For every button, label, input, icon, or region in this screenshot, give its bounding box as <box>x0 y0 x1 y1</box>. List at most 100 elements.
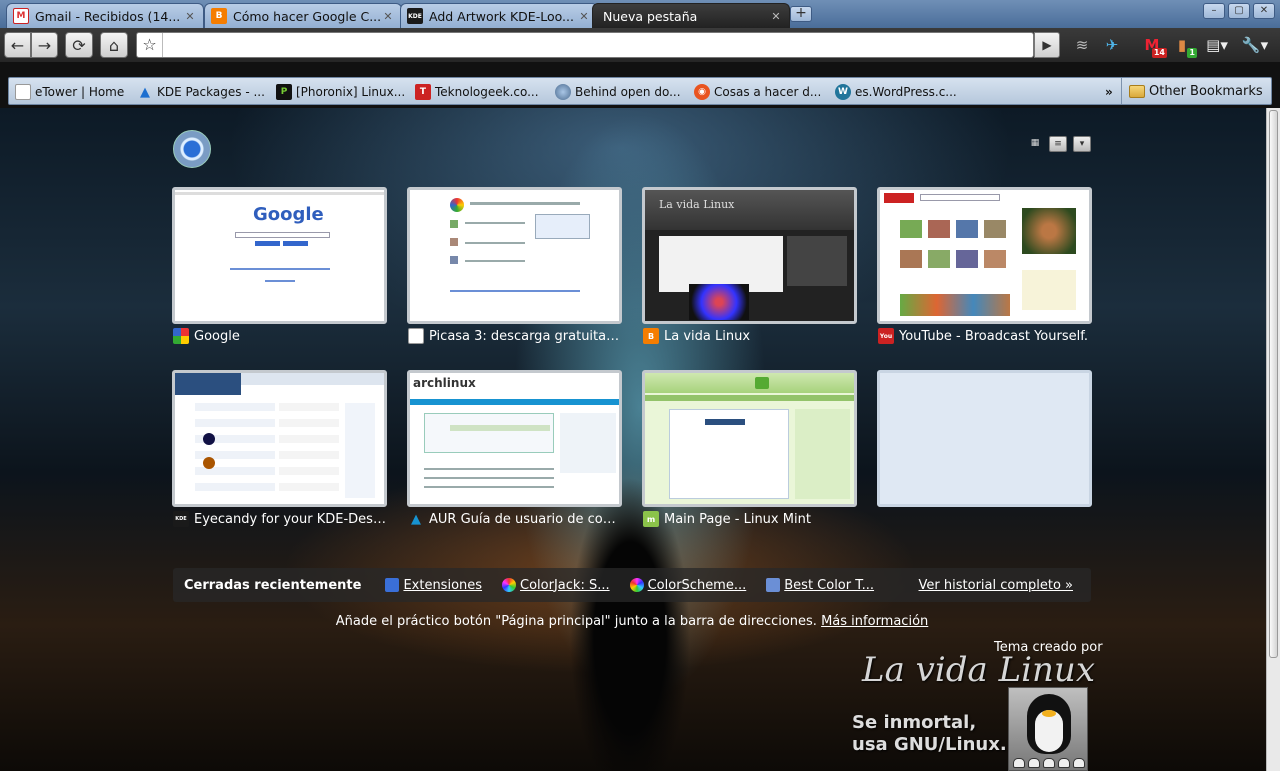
thumbnail-title: YouTube - Broadcast Yourself. <box>899 328 1088 344</box>
promo-more-info-link[interactable]: Más información <box>821 614 928 629</box>
wrench-icon[interactable]: 🔧▾ <box>1240 35 1270 55</box>
theme-name: La vida Linux <box>862 650 1096 690</box>
kde-look-icon: KDE <box>407 8 423 24</box>
linuxmint-icon: m <box>643 511 659 527</box>
ubuntu-icon: ◉ <box>694 84 710 100</box>
bookmark-cosas-a-hacer[interactable]: ◉ Cosas a hacer d... <box>694 83 821 101</box>
tab-title: Cómo hacer Google C... <box>233 8 381 24</box>
thumb-video <box>984 250 1006 268</box>
google-logo: Google <box>253 204 324 225</box>
thumbnail-label[interactable]: m Main Page - Linux Mint <box>643 510 858 528</box>
recent-item-label: Extensiones <box>403 577 483 593</box>
thumb-video <box>956 220 978 238</box>
rss-icon[interactable]: ≋ <box>1072 35 1092 55</box>
recent-item-extensions[interactable]: Extensiones <box>385 578 482 593</box>
thumb-sidebar <box>345 403 375 498</box>
thumb-video <box>900 250 922 268</box>
options-menu-icon[interactable]: ▾ <box>1073 136 1091 152</box>
tab-new-tab[interactable]: Nueva pestaña ✕ <box>592 3 790 28</box>
thumb-video <box>928 220 950 238</box>
vertical-scrollbar[interactable] <box>1266 108 1280 771</box>
toolbar: ← → ⟳ ⌂ ☆ ▶ ≋ ✈ M 14 ▮ 1 ▤▾ 🔧▾ <box>0 28 1280 62</box>
maximize-button[interactable]: ▢ <box>1228 3 1250 19</box>
minimize-button[interactable]: – <box>1203 3 1225 19</box>
promo-text: Añade el práctico botón "Página principa… <box>335 614 817 629</box>
bookmark-kde-packages[interactable]: ▲ KDE Packages - ... <box>137 83 265 101</box>
stats-icon[interactable]: ▮ 1 <box>1172 35 1197 58</box>
color-wheel-icon <box>502 578 517 592</box>
thumbnail-label[interactable]: KDE Eyecandy for your KDE-Desktop <box>173 510 388 528</box>
page-icon <box>408 328 424 344</box>
theme-slogan-line-1: Se inmortal, <box>852 712 977 733</box>
page-menu-icon[interactable]: ▤▾ <box>1204 35 1230 55</box>
close-window-button[interactable]: ✕ <box>1253 3 1275 19</box>
tab-title: Add Artwork KDE-Loo... <box>429 8 574 24</box>
puzzle-icon <box>385 578 400 592</box>
thumbnail-label[interactable]: Google <box>173 327 388 345</box>
most-visited-thumbnail-empty <box>877 370 1092 507</box>
thumb-list <box>195 403 275 498</box>
thumbnail-view-icon[interactable]: ▦ <box>1026 136 1044 152</box>
bookmark-label: Teknologeek.co... <box>435 85 539 99</box>
most-visited-thumbnail-youtube[interactable] <box>877 187 1092 324</box>
home-button-promo: Añade el práctico botón "Página principa… <box>0 614 1264 629</box>
close-tab-icon[interactable]: ✕ <box>769 10 783 23</box>
tab-kde-look[interactable]: KDE Add Artwork KDE-Loo... ✕ <box>400 3 598 28</box>
bookmarks-overflow-button[interactable]: » <box>1105 83 1113 101</box>
thumb-text-line <box>465 222 525 224</box>
close-tab-icon[interactable]: ✕ <box>381 10 395 23</box>
thumb-search-box <box>235 232 330 238</box>
recent-item-best-color[interactable]: Best Color T... <box>766 578 874 593</box>
new-tab-button[interactable]: + <box>790 6 812 22</box>
list-view-icon[interactable]: ≡ <box>1049 136 1067 152</box>
thumb-video <box>956 250 978 268</box>
bookmark-phoronix[interactable]: P [Phoronix] Linux... <box>276 83 405 101</box>
bookmark-star-icon[interactable]: ☆ <box>137 33 163 57</box>
other-bookmarks-button[interactable]: Other Bookmarks <box>1121 78 1263 104</box>
thumb-text-line <box>465 260 525 262</box>
globe-icon <box>555 84 571 100</box>
close-tab-icon[interactable]: ✕ <box>183 10 197 23</box>
thumb-video-strip <box>900 294 1010 316</box>
bookmark-etower[interactable]: eTower | Home <box>15 83 124 101</box>
recent-item-colorscheme[interactable]: ColorScheme... <box>629 578 746 593</box>
most-visited-thumbnail-la-vida-linux[interactable]: La vida Linux <box>642 187 857 324</box>
blogger-icon: B <box>211 8 227 24</box>
close-tab-icon[interactable]: ✕ <box>577 10 591 23</box>
scrollbar-thumb[interactable] <box>1269 110 1278 658</box>
thumb-feature-image <box>1022 208 1076 254</box>
youtube-icon: You <box>878 328 894 344</box>
thumbnail-label[interactable]: You YouTube - Broadcast Yourself. <box>878 327 1093 345</box>
forward-button[interactable]: → <box>31 32 58 58</box>
thumbnail-label[interactable]: Picasa 3: descarga gratuita de Google <box>408 327 623 345</box>
most-visited-thumbnail-aur[interactable]: archlinux <box>407 370 622 507</box>
most-visited-thumbnail-google[interactable]: Google <box>172 187 387 324</box>
theme-slogan-line-2: usa GNU/Linux. <box>852 734 1007 755</box>
recent-item-colorjack[interactable]: ColorJack: S... <box>502 578 610 593</box>
back-button[interactable]: ← <box>4 32 31 58</box>
thumb-search-box <box>920 194 1000 201</box>
bookmark-behind-open-doors[interactable]: Behind open do... <box>555 83 681 101</box>
tux-penguin-icon <box>1008 687 1088 771</box>
thumbnail-label[interactable]: B La vida Linux <box>643 327 858 345</box>
address-bar[interactable] <box>136 32 1034 58</box>
thumb-icon-box <box>450 220 458 228</box>
go-button[interactable]: ▶ <box>1034 32 1060 58</box>
tab-blogger[interactable]: B Cómo hacer Google C... ✕ <box>204 3 402 28</box>
most-visited-thumbnail-kde-look[interactable] <box>172 370 387 507</box>
bookmark-wordpress[interactable]: W es.WordPress.c... <box>835 83 957 101</box>
thumbnail-title: La vida Linux <box>664 328 751 344</box>
twitter-icon[interactable]: ✈ <box>1102 35 1122 55</box>
tab-gmail[interactable]: M Gmail - Recibidos (14... ✕ <box>6 3 204 28</box>
most-visited-thumbnail-linux-mint[interactable] <box>642 370 857 507</box>
recent-item-label: ColorJack: S... <box>520 577 610 593</box>
most-visited-thumbnail-picasa[interactable] <box>407 187 622 324</box>
reload-button[interactable]: ⟳ <box>65 32 93 58</box>
gmail-checker-icon[interactable]: M 14 <box>1142 35 1167 58</box>
thumb-video <box>928 250 950 268</box>
thumbnail-label[interactable]: ▲ AUR Guía de usuario de confianza <box>408 510 623 528</box>
thumb-banner <box>705 419 745 425</box>
full-history-link[interactable]: Ver historial completo » <box>919 578 1073 593</box>
bookmark-teknologeek[interactable]: T Teknologeek.co... <box>415 83 539 101</box>
home-button[interactable]: ⌂ <box>100 32 128 58</box>
